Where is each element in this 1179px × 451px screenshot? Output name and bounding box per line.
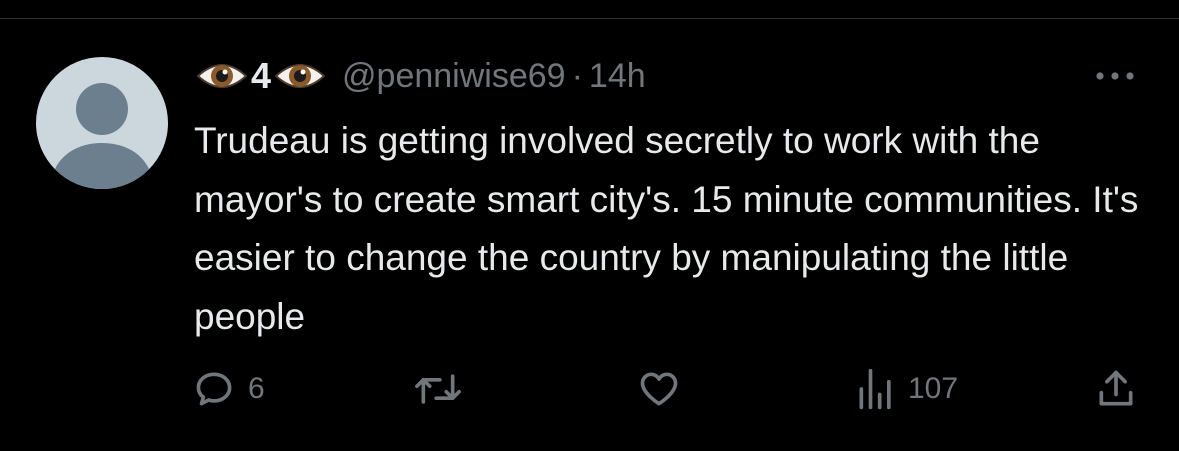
more-icon [1096, 72, 1134, 80]
more-button[interactable] [1090, 64, 1140, 88]
like-button[interactable] [636, 362, 682, 416]
avatar[interactable] [36, 57, 168, 189]
share-icon [1099, 370, 1133, 406]
default-avatar-icon [50, 83, 154, 189]
header-separator: · [571, 56, 583, 95]
views-count: 107 [908, 372, 959, 405]
views-button[interactable]: 107 [856, 362, 958, 416]
user-handle[interactable]: @penniwise69 [342, 57, 566, 96]
eye-emoji-icon [196, 56, 248, 96]
display-name[interactable]: 4 [196, 56, 326, 96]
views-icon [859, 368, 891, 410]
top-divider [0, 18, 1179, 19]
reply-button[interactable]: 6 [192, 362, 265, 416]
reply-count: 6 [248, 372, 265, 405]
action-bar: 6 107 [0, 362, 1179, 416]
tweet-header: 4 @penniwise69 · 14h [196, 50, 646, 102]
reply-icon [196, 372, 232, 406]
retweet-button[interactable] [412, 362, 464, 416]
timestamp[interactable]: 14h [589, 57, 646, 96]
share-button[interactable] [1094, 362, 1138, 416]
heart-icon [640, 372, 678, 406]
eye-emoji-icon [274, 56, 326, 96]
retweet-icon [415, 374, 461, 404]
display-name-digit: 4 [251, 55, 272, 96]
tweet-text: Trudeau is getting involved secretly to … [194, 120, 1139, 337]
